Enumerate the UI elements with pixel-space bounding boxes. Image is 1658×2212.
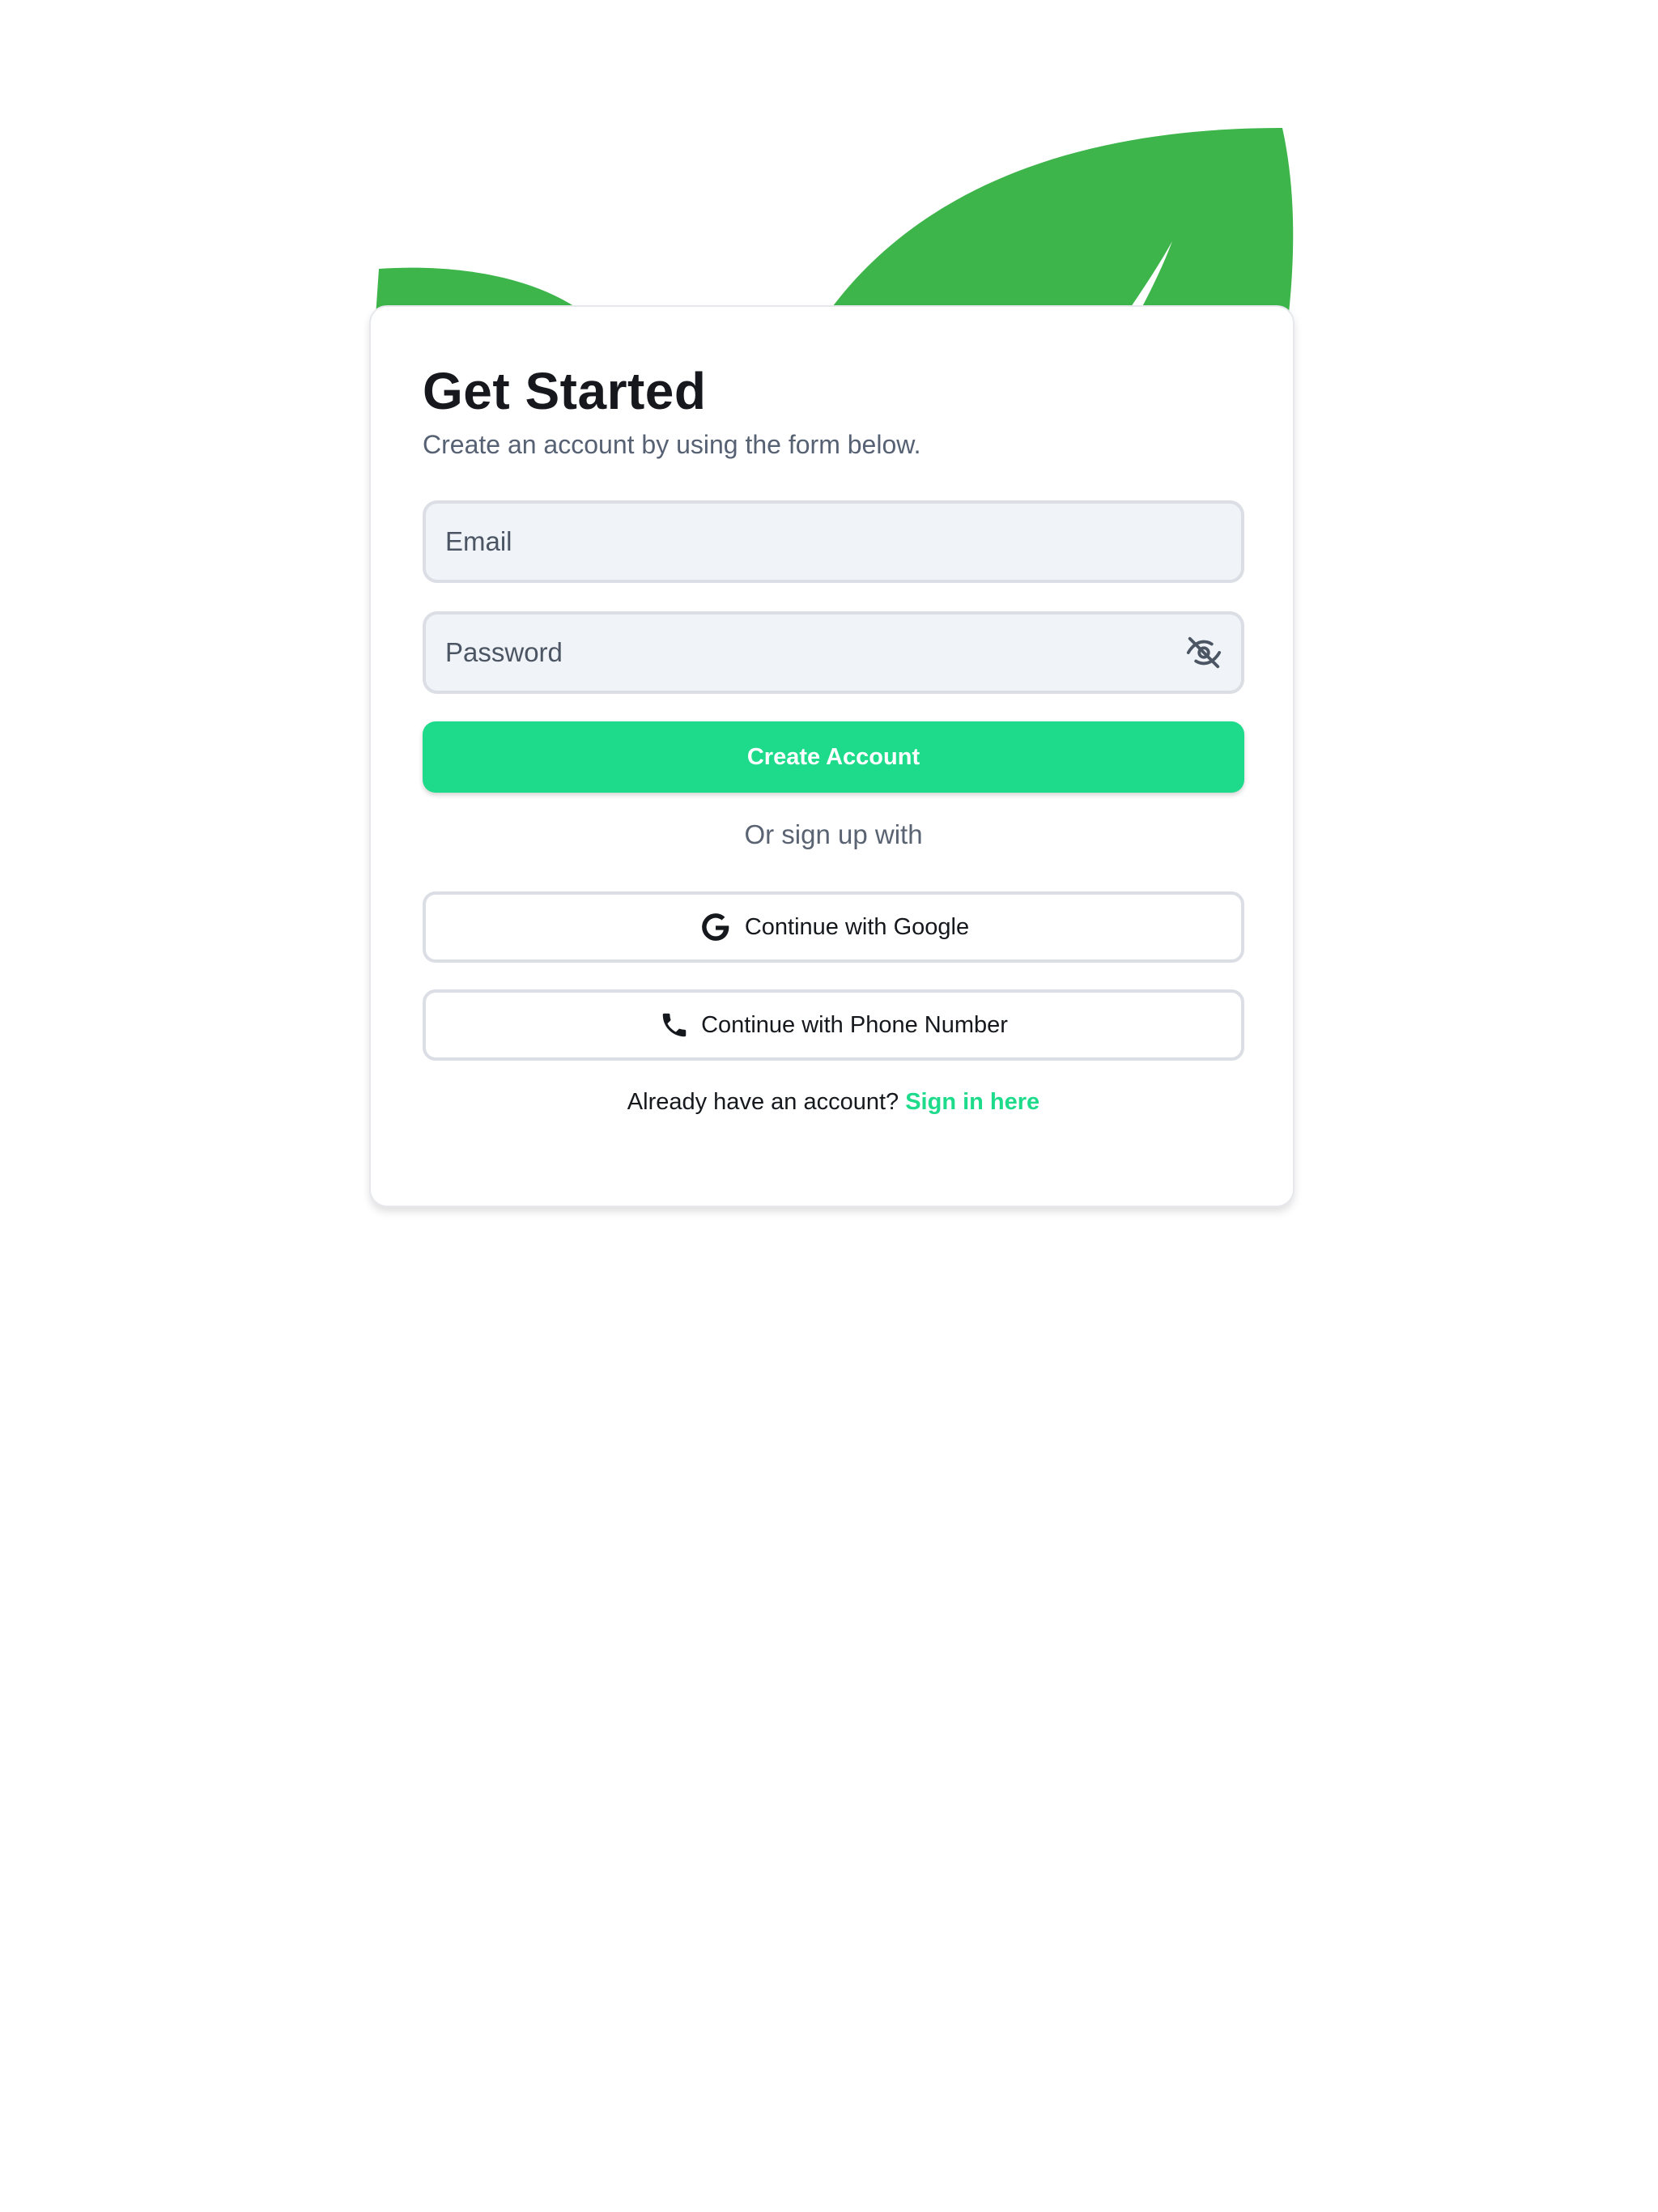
- signup-page: Get Started Create an account by using t…: [0, 0, 1658, 2212]
- password-field[interactable]: [423, 611, 1244, 694]
- signup-divider-text: Or sign up with: [744, 819, 923, 849]
- signin-prompt-text: Already have an account?: [627, 1089, 899, 1115]
- phone-signup-button[interactable]: Continue with Phone Number: [423, 989, 1244, 1061]
- signin-link[interactable]: Sign in here: [905, 1089, 1039, 1115]
- google-icon: [698, 909, 733, 945]
- phone-button-label: Continue with Phone Number: [701, 1011, 1008, 1038]
- email-input[interactable]: [444, 525, 1223, 558]
- signin-prompt: Already have an account? Sign in here: [423, 1086, 1244, 1118]
- page-subtitle: Create an account by using the form belo…: [423, 430, 921, 459]
- password-input[interactable]: [444, 636, 1184, 669]
- create-account-button[interactable]: Create Account: [423, 721, 1244, 793]
- signup-card: Get Started Create an account by using t…: [369, 305, 1295, 1207]
- page-title: Get Started: [423, 362, 707, 420]
- leaf-icon: [374, 128, 1294, 340]
- google-signup-button[interactable]: Continue with Google: [423, 891, 1244, 963]
- google-button-label: Continue with Google: [744, 913, 970, 940]
- email-field[interactable]: [423, 500, 1244, 583]
- phone-icon: [659, 1010, 690, 1040]
- eye-off-icon[interactable]: [1184, 633, 1223, 672]
